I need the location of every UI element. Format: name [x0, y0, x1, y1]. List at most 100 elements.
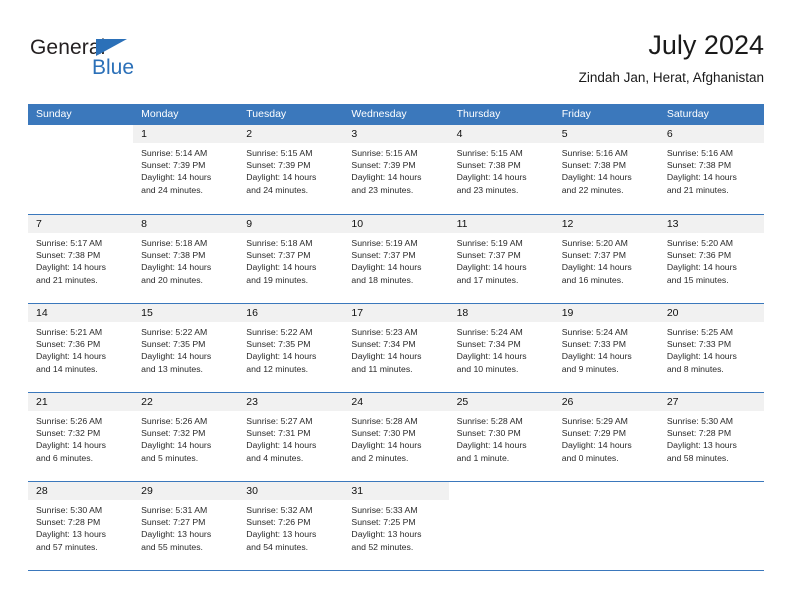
sunset-text: Sunset: 7:35 PM — [246, 339, 311, 350]
sunrise-text: Sunrise: 5:17 AM — [36, 238, 103, 248]
calendar-weeks: 1 Sunrise: 5:14 AM Sunset: 7:39 PM Daylight… — [28, 125, 764, 570]
daylight-text-line1: Daylight: 14 hours — [351, 440, 422, 451]
calendar-day-cell[interactable]: 8 Sunrise: 5:18 AM Sunset: 7:38 PM Daylight… — [133, 215, 239, 303]
calendar-day-cell[interactable]: 30 Sunrise: 5:32 AM Sunset: 7:26 PM Dayligh… — [238, 482, 344, 570]
sunset-text: Sunset: 7:26 PM — [246, 517, 311, 528]
daylight-text-line2: and 19 minutes. — [246, 274, 309, 285]
calendar-day-cell[interactable]: 23 Sunrise: 5:27 AM Sunset: 7:31 PM Dayligh… — [238, 393, 344, 481]
calendar-day-cell[interactable]: 20 Sunrise: 5:25 AM Sunset: 7:33 PM Dayligh… — [658, 304, 764, 392]
calendar-day-cell[interactable]: 14 Sunrise: 5:21 AM Sunset: 7:36 PM Dayligh… — [28, 304, 134, 392]
daylight-text-line1: Daylight: 14 hours — [246, 262, 317, 273]
weekday-header-monday: Monday — [141, 108, 179, 120]
sunrise-text: Sunrise: 5:23 AM — [351, 327, 418, 337]
day-number: 5 — [553, 125, 659, 143]
sunrise-text: Sunrise: 5:26 AM — [141, 416, 208, 426]
daylight-text-line1: Daylight: 14 hours — [666, 351, 737, 362]
daylight-text-line1: Daylight: 14 hours — [561, 440, 632, 451]
day-sun-info: Sunrise: 5:16 AM Sunset: 7:38 PM Daylight:… — [554, 143, 659, 196]
sunset-text: Sunset: 7:37 PM — [456, 250, 521, 261]
daylight-text-line2: and 23 minutes. — [456, 184, 519, 195]
day-number: 12 — [553, 215, 659, 233]
daylight-text-line2: and 11 minutes. — [351, 363, 413, 374]
daylight-text-line1: Daylight: 14 hours — [561, 351, 632, 362]
weekday-header-saturday: Saturday — [666, 108, 709, 120]
calendar-day-cell[interactable]: 26 Sunrise: 5:29 AM Sunset: 7:29 PM Dayligh… — [553, 393, 659, 481]
sunrise-text: Sunrise: 5:30 AM — [666, 416, 734, 426]
calendar-day-cell[interactable]: 29 Sunrise: 5:31 AM Sunset: 7:27 PM Dayligh… — [133, 482, 239, 570]
calendar-day-cell[interactable]: 12 Sunrise: 5:20 AM Sunset: 7:37 PM Dayligh… — [553, 215, 659, 303]
sunset-text: Sunset: 7:37 PM — [561, 250, 626, 261]
logo-triangle-icon — [96, 39, 127, 56]
page-title: July 2024 — [648, 30, 764, 60]
daylight-text-line1: Daylight: 14 hours — [561, 262, 632, 273]
calendar-day-cell[interactable]: 9 Sunrise: 5:18 AM Sunset: 7:37 PM Daylight… — [238, 215, 344, 303]
sunrise-text: Sunrise: 5:22 AM — [246, 327, 313, 337]
calendar-day-cell[interactable]: 7 Sunrise: 5:17 AM Sunset: 7:38 PM Daylight… — [28, 215, 134, 303]
day-sun-info: Sunrise: 5:23 AM Sunset: 7:34 PM Daylight:… — [343, 322, 448, 375]
calendar-day-cell[interactable]: 28 Sunrise: 5:30 AM Sunset: 7:28 PM Dayligh… — [28, 482, 134, 570]
calendar-day-cell[interactable]: 13 Sunrise: 5:20 AM Sunset: 7:36 PM Dayligh… — [658, 215, 764, 303]
calendar-day-cell[interactable]: 15 Sunrise: 5:22 AM Sunset: 7:35 PM Dayligh… — [133, 304, 239, 392]
sunrise-text: Sunrise: 5:15 AM — [351, 148, 418, 158]
calendar-day-cell[interactable]: 24 Sunrise: 5:28 AM Sunset: 7:30 PM Dayligh… — [343, 393, 449, 481]
day-sun-info: Sunrise: 5:21 AM Sunset: 7:36 PM Daylight:… — [28, 322, 133, 375]
daylight-text-line2: and 57 minutes. — [36, 541, 98, 552]
day-number — [448, 482, 554, 500]
sunset-text: Sunset: 7:37 PM — [351, 250, 416, 261]
calendar-day-cell-empty — [553, 482, 659, 570]
calendar-day-cell[interactable]: 4 Sunrise: 5:15 AM Sunset: 7:38 PM Daylight… — [448, 125, 554, 214]
day-number: 25 — [448, 393, 554, 411]
calendar-day-cell[interactable]: 22 Sunrise: 5:26 AM Sunset: 7:32 PM Dayligh… — [133, 393, 239, 481]
daylight-text-line2: and 58 minutes. — [666, 452, 729, 463]
day-number — [553, 482, 659, 500]
calendar-day-cell[interactable]: 18 Sunrise: 5:24 AM Sunset: 7:34 PM Dayligh… — [448, 304, 554, 392]
calendar-day-cell[interactable]: 31 Sunrise: 5:33 AM Sunset: 7:25 PM Dayligh… — [343, 482, 449, 570]
calendar-day-cell[interactable]: 10 Sunrise: 5:19 AM Sunset: 7:37 PM Dayligh… — [343, 215, 449, 303]
day-sun-info: Sunrise: 5:28 AM Sunset: 7:30 PM Daylight:… — [343, 411, 448, 464]
daylight-text-line1: Daylight: 14 hours — [666, 172, 737, 183]
day-number: 7 — [28, 215, 134, 233]
calendar-day-cell[interactable]: 16 Sunrise: 5:22 AM Sunset: 7:35 PM Dayligh… — [238, 304, 344, 392]
calendar-day-cell[interactable]: 17 Sunrise: 5:23 AM Sunset: 7:34 PM Dayligh… — [343, 304, 449, 392]
sunset-text: Sunset: 7:39 PM — [141, 160, 206, 171]
day-number: 6 — [658, 125, 764, 143]
daylight-text-line1: Daylight: 14 hours — [141, 351, 212, 362]
sunrise-text: Sunrise: 5:15 AM — [456, 148, 523, 158]
day-number: 26 — [553, 393, 659, 411]
day-sun-info: Sunrise: 5:18 AM Sunset: 7:37 PM Daylight:… — [238, 233, 343, 286]
calendar-day-cell[interactable]: 25 Sunrise: 5:28 AM Sunset: 7:30 PM Dayligh… — [448, 393, 554, 481]
sunrise-text: Sunrise: 5:24 AM — [456, 327, 523, 337]
day-number: 13 — [658, 215, 764, 233]
daylight-text-line2: and 21 minutes. — [36, 274, 98, 285]
calendar-day-cell[interactable]: 21 Sunrise: 5:26 AM Sunset: 7:32 PM Dayligh… — [28, 393, 134, 481]
sunrise-text: Sunrise: 5:15 AM — [246, 148, 313, 158]
daylight-text-line2: and 18 minutes. — [351, 274, 414, 285]
sunset-text: Sunset: 7:29 PM — [561, 428, 626, 439]
calendar-day-cell[interactable]: 19 Sunrise: 5:24 AM Sunset: 7:33 PM Dayligh… — [553, 304, 659, 392]
sunset-text: Sunset: 7:30 PM — [456, 428, 521, 439]
calendar-day-cell[interactable]: 3 Sunrise: 5:15 AM Sunset: 7:39 PM Daylight… — [343, 125, 449, 214]
calendar-day-cell[interactable]: 1 Sunrise: 5:14 AM Sunset: 7:39 PM Daylight… — [133, 125, 239, 214]
day-number: 17 — [343, 304, 449, 322]
calendar-day-cell[interactable]: 11 Sunrise: 5:19 AM Sunset: 7:37 PM Dayligh… — [448, 215, 554, 303]
calendar-week-row: 1 Sunrise: 5:14 AM Sunset: 7:39 PM Daylight… — [28, 125, 764, 214]
calendar-grid: Sunday Monday Tuesday Wednesday Thursday… — [28, 104, 764, 571]
day-sun-info: Sunrise: 5:22 AM Sunset: 7:35 PM Daylight:… — [238, 322, 343, 375]
sunset-text: Sunset: 7:38 PM — [141, 250, 206, 261]
daylight-text-line2: and 54 minutes. — [246, 541, 309, 552]
daylight-text-line2: and 22 minutes. — [561, 184, 624, 195]
weekday-header-sunday: Sunday — [36, 108, 72, 120]
calendar-day-cell[interactable]: 2 Sunrise: 5:15 AM Sunset: 7:39 PM Daylight… — [238, 125, 344, 214]
sunrise-text: Sunrise: 5:19 AM — [456, 238, 523, 248]
calendar-day-cell[interactable]: 6 Sunrise: 5:16 AM Sunset: 7:38 PM Daylight… — [658, 125, 764, 214]
daylight-text-line1: Daylight: 13 hours — [36, 529, 107, 540]
weekday-header-row: Sunday Monday Tuesday Wednesday Thursday… — [28, 104, 764, 125]
calendar-day-cell[interactable]: 27 Sunrise: 5:30 AM Sunset: 7:28 PM Dayligh… — [658, 393, 764, 481]
day-number: 28 — [28, 482, 134, 500]
day-sun-info: Sunrise: 5:25 AM Sunset: 7:33 PM Daylight:… — [659, 322, 764, 375]
daylight-text-line1: Daylight: 13 hours — [246, 529, 317, 540]
daylight-text-line1: Daylight: 14 hours — [36, 351, 107, 362]
daylight-text-line1: Daylight: 14 hours — [246, 172, 317, 183]
sunset-text: Sunset: 7:32 PM — [36, 428, 101, 439]
calendar-day-cell[interactable]: 5 Sunrise: 5:16 AM Sunset: 7:38 PM Daylight… — [553, 125, 659, 214]
